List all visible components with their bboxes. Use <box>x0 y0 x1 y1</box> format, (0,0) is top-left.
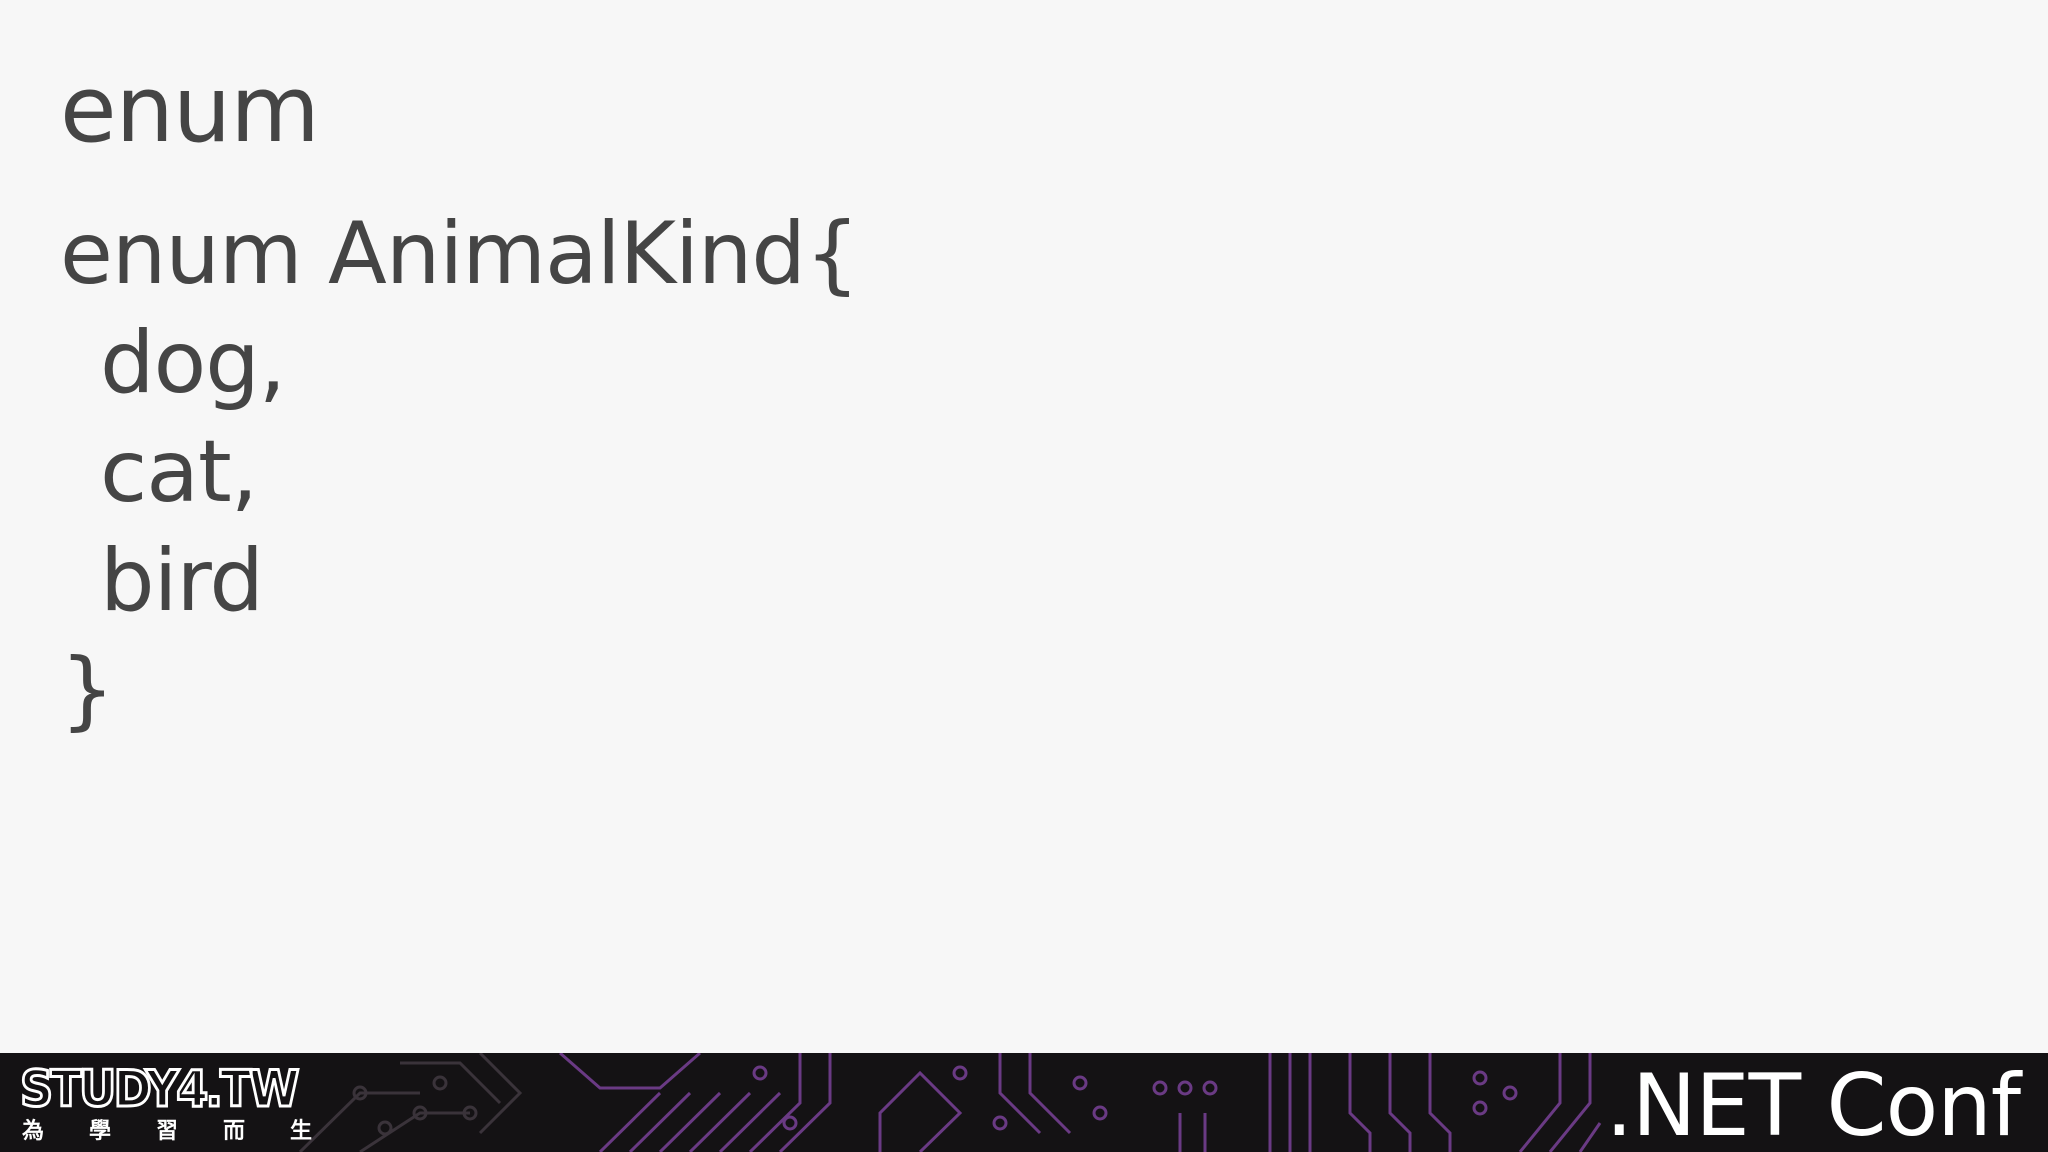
code-line: dog, <box>100 313 286 413</box>
presentation-slide: enum enum AnimalKind{ dog, cat, bird } S… <box>0 0 2048 1152</box>
logo-tagline: 為 學 習 而 生 <box>22 1119 312 1145</box>
event-name: .NET Conf <box>1605 1056 2021 1152</box>
code-line: } <box>60 640 115 740</box>
code-line: cat, <box>100 422 258 522</box>
code-line: bird <box>100 531 264 631</box>
logo-tagline-char: 習 <box>155 1119 178 1144</box>
code-line: enum AnimalKind{ <box>60 204 860 304</box>
logo-tagline-char: 而 <box>222 1119 245 1144</box>
logo-tagline-char: 學 <box>88 1119 111 1144</box>
code-block: enum AnimalKind{ dog, cat, bird } <box>60 200 860 745</box>
study4-logo: STUDY4.TW 為 學 習 而 生 <box>19 1060 312 1147</box>
slide-title: enum <box>60 56 320 163</box>
logo-tagline-char: 為 <box>22 1119 45 1144</box>
logo-wordmark: STUDY4.TW <box>19 1060 301 1119</box>
logo-tagline-char: 生 <box>289 1119 312 1144</box>
footer-banner: STUDY4.TW 為 學 習 而 生 .NET Conf <box>0 1053 2048 1152</box>
